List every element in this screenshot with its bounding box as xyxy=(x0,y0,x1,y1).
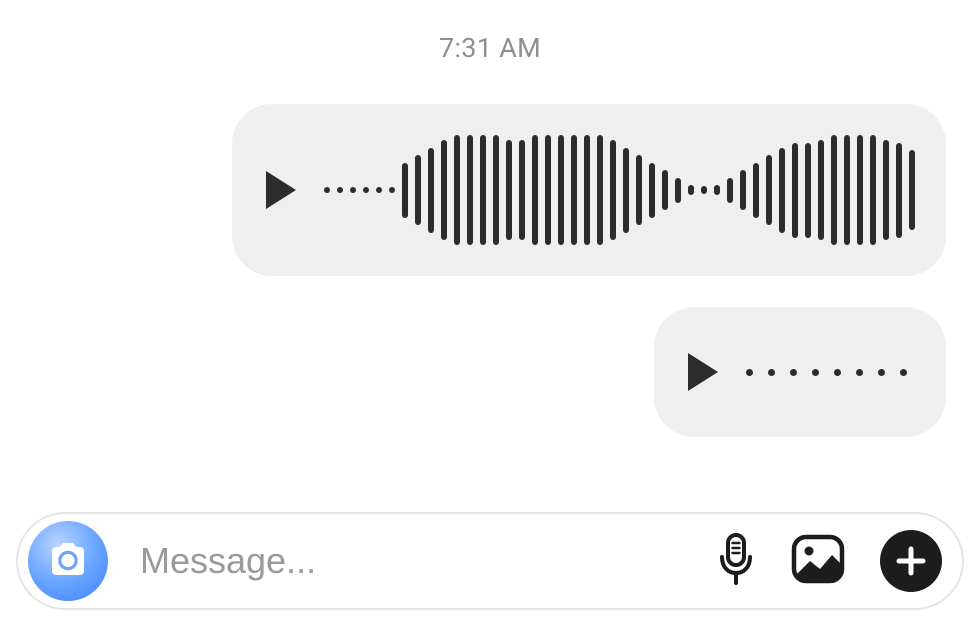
waveform-bar xyxy=(740,170,746,210)
waveform-bar xyxy=(324,187,330,193)
waveform-bar xyxy=(415,155,421,225)
waveform-bar xyxy=(896,143,902,238)
waveform-bar xyxy=(428,148,434,233)
waveform-bar xyxy=(727,178,733,203)
gallery-icon xyxy=(790,533,846,585)
waveform-bar xyxy=(376,187,382,193)
waveform-bar xyxy=(812,369,819,376)
waveform-bar xyxy=(506,140,512,240)
waveform-bar xyxy=(844,135,850,245)
waveform-bar xyxy=(768,369,775,376)
waveform-bar xyxy=(610,140,616,240)
waveform-bar xyxy=(831,135,837,245)
waveform-bar xyxy=(883,140,889,240)
waveform-bar xyxy=(467,135,473,245)
voice-waveform[interactable] xyxy=(746,307,916,437)
camera-button[interactable] xyxy=(28,521,108,601)
waveform-bar xyxy=(790,369,797,376)
waveform-bar xyxy=(878,369,885,376)
waveform-bar xyxy=(389,187,395,193)
waveform-bar xyxy=(805,143,811,238)
camera-icon xyxy=(46,541,90,581)
waveform-bar xyxy=(834,369,841,376)
waveform-bar xyxy=(532,135,538,245)
waveform-bar xyxy=(766,155,772,225)
waveform-bar xyxy=(856,369,863,376)
waveform-bar xyxy=(454,135,460,245)
waveform-bar xyxy=(857,135,863,245)
composer-actions xyxy=(716,530,942,592)
add-icon xyxy=(894,544,928,578)
message-composer xyxy=(16,512,964,610)
waveform-bar xyxy=(900,369,907,376)
play-button[interactable] xyxy=(266,171,296,209)
waveform-bar xyxy=(597,135,603,245)
waveform-bar xyxy=(792,143,798,238)
waveform-bar xyxy=(584,135,590,245)
waveform-bar xyxy=(402,163,408,218)
waveform-bar xyxy=(337,187,343,193)
waveform-bar xyxy=(350,187,356,193)
play-icon xyxy=(266,171,296,209)
voice-waveform[interactable] xyxy=(324,104,916,276)
waveform-bar xyxy=(480,135,486,245)
message-input[interactable] xyxy=(128,539,696,583)
mic-icon xyxy=(716,531,756,587)
chat-screen: 7:31 AM xyxy=(0,0,980,628)
voice-message-bubble[interactable] xyxy=(654,307,946,437)
waveform-bar xyxy=(623,148,629,233)
waveform-bar xyxy=(818,140,824,240)
waveform-bar xyxy=(779,148,785,233)
play-button[interactable] xyxy=(688,353,718,391)
waveform-bar xyxy=(441,140,447,240)
waveform-bar xyxy=(753,163,759,218)
waveform-bar xyxy=(558,135,564,245)
waveform-bar xyxy=(714,185,720,195)
mic-button[interactable] xyxy=(716,531,756,591)
waveform-bar xyxy=(675,178,681,203)
waveform-bar xyxy=(701,186,707,194)
waveform-bar xyxy=(662,170,668,210)
gallery-button[interactable] xyxy=(790,533,846,589)
waveform-bar xyxy=(545,135,551,245)
add-button[interactable] xyxy=(880,530,942,592)
waveform-bar xyxy=(909,150,915,230)
waveform-bar xyxy=(493,135,499,245)
waveform-bar xyxy=(363,187,369,193)
waveform-bar xyxy=(519,140,525,240)
waveform-bar xyxy=(688,185,694,195)
message-timestamp: 7:31 AM xyxy=(0,32,980,64)
waveform-bar xyxy=(636,155,642,225)
waveform-bar xyxy=(571,135,577,245)
waveform-bar xyxy=(870,135,876,245)
voice-message-bubble[interactable] xyxy=(232,104,946,276)
play-icon xyxy=(688,353,718,391)
waveform-bar xyxy=(746,369,753,376)
waveform-bar xyxy=(649,163,655,218)
